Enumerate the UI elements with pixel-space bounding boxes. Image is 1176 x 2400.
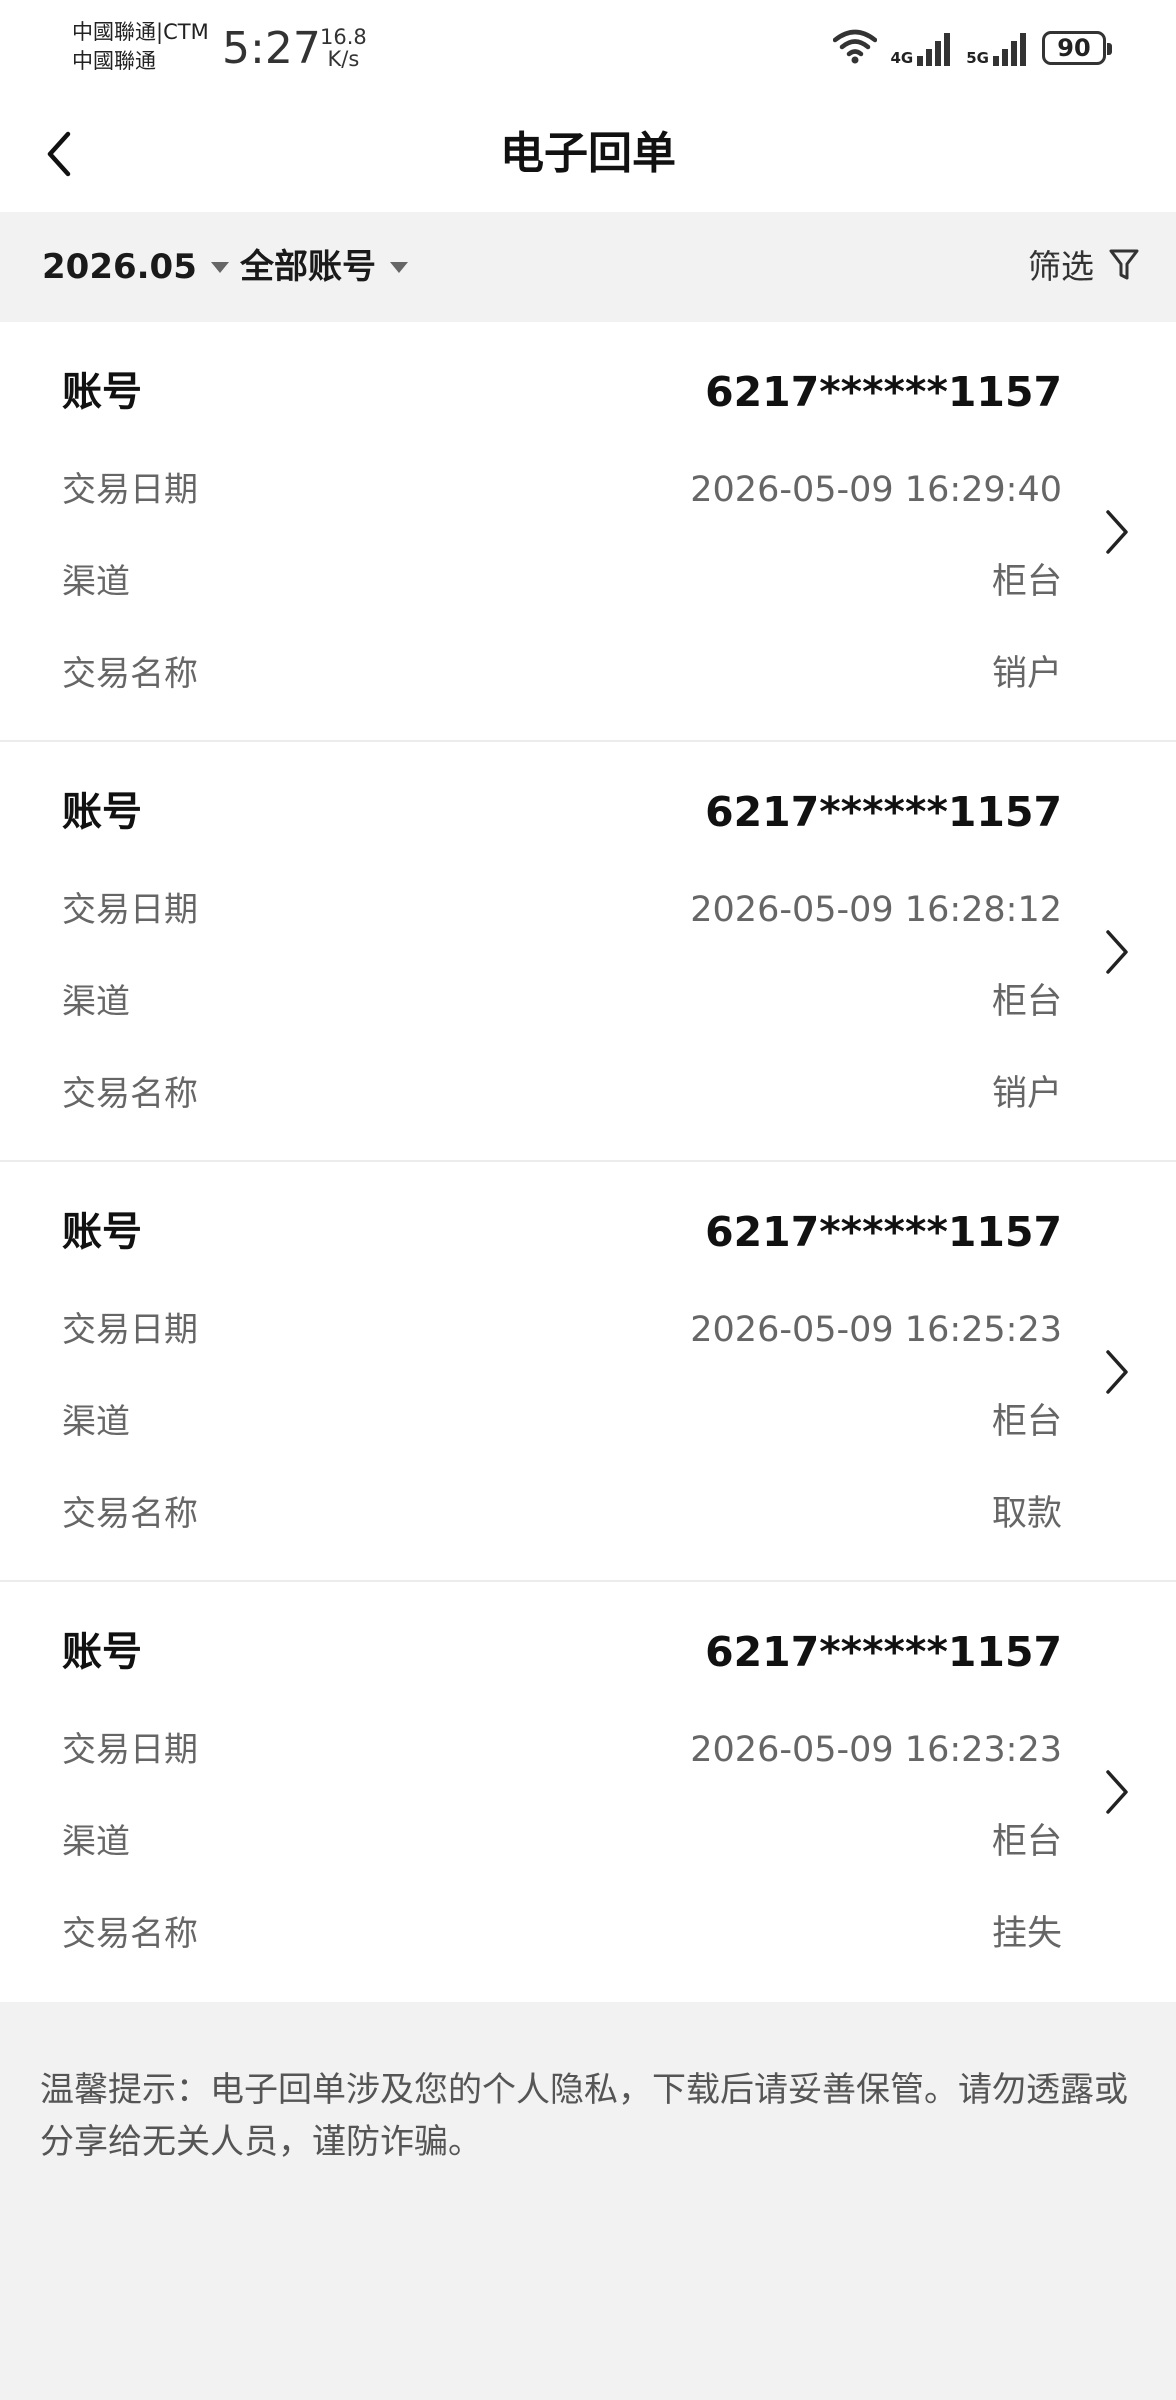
page: 中國聯通|CTM 中國聯通 5:27 16.8 K/s 4G 5G 90 电子回… bbox=[0, 0, 1176, 2400]
account-selector[interactable]: 全部账号 bbox=[240, 240, 408, 294]
transaction-name-label: 交易名称 bbox=[62, 1914, 198, 1954]
status-icons: 4G 5G 90 bbox=[832, 26, 1112, 70]
transaction-name-row: 交易名称 挂失 bbox=[62, 1906, 1062, 1962]
speed-unit: K/s bbox=[327, 47, 360, 71]
caret-down-icon bbox=[390, 261, 408, 273]
transaction-name-label: 交易名称 bbox=[62, 654, 198, 694]
filter-bar: 2026.05 全部账号 筛选 bbox=[0, 212, 1176, 322]
transaction-name-value: 销户 bbox=[991, 654, 1062, 694]
account-row: 账号 6217******1157 bbox=[62, 1204, 1062, 1260]
month-value: 2026.05 bbox=[42, 247, 197, 287]
network-speed: 16.8 K/s bbox=[320, 26, 367, 70]
channel-value: 柜台 bbox=[991, 1402, 1062, 1442]
month-selector[interactable]: 2026.05 bbox=[42, 240, 229, 294]
signal-5g-icon: 5G bbox=[966, 30, 1028, 66]
transaction-name-value: 挂失 bbox=[991, 1914, 1062, 1954]
chevron-left-icon bbox=[38, 131, 82, 186]
carrier-1: 中國聯通|CTM bbox=[72, 20, 209, 44]
account-row: 账号 6217******1157 bbox=[62, 784, 1062, 840]
chevron-right-icon bbox=[1098, 1342, 1134, 1402]
channel-label: 渠道 bbox=[62, 562, 130, 602]
transaction-date: 2026-05-09 16:23:23 bbox=[690, 1730, 1062, 1770]
transaction-name-row: 交易名称 取款 bbox=[62, 1486, 1062, 1542]
net-5g-label: 5G bbox=[966, 49, 989, 67]
date-row: 交易日期 2026-05-09 16:25:23 bbox=[62, 1302, 1062, 1358]
carrier-info: 中國聯通|CTM 中國聯通 bbox=[72, 18, 209, 76]
wifi-icon bbox=[832, 28, 877, 68]
transaction-name-row: 交易名称 销户 bbox=[62, 1066, 1062, 1122]
chevron-right-icon bbox=[1098, 502, 1134, 562]
receipt-item[interactable]: 账号 6217******1157 交易日期 2026-05-09 16:23:… bbox=[0, 1582, 1176, 2002]
transaction-date: 2026-05-09 16:29:40 bbox=[690, 470, 1062, 510]
nav-bar: 电子回单 bbox=[0, 96, 1176, 212]
receipt-list: 账号 6217******1157 交易日期 2026-05-09 16:29:… bbox=[0, 322, 1176, 2002]
net-4g-label: 4G bbox=[890, 49, 914, 67]
privacy-notice: 温馨提示：电子回单涉及您的个人隐私，下载后请妥善保管。请勿透露或分享给无关人员，… bbox=[40, 2070, 1128, 2162]
page-title: 电子回单 bbox=[500, 128, 676, 179]
account-number: 6217******1157 bbox=[705, 1208, 1062, 1256]
channel-label: 渠道 bbox=[62, 982, 130, 1022]
funnel-icon bbox=[1108, 247, 1140, 287]
account-row: 账号 6217******1157 bbox=[62, 364, 1062, 420]
back-button[interactable] bbox=[38, 126, 82, 182]
channel-row: 渠道 柜台 bbox=[62, 974, 1062, 1030]
channel-label: 渠道 bbox=[62, 1402, 130, 1442]
receipt-item[interactable]: 账号 6217******1157 交易日期 2026-05-09 16:29:… bbox=[0, 322, 1176, 742]
channel-value: 柜台 bbox=[991, 562, 1062, 602]
transaction-name-label: 交易名称 bbox=[62, 1074, 198, 1114]
receipt-item[interactable]: 账号 6217******1157 交易日期 2026-05-09 16:25:… bbox=[0, 1162, 1176, 1582]
filter-button[interactable]: 筛选 bbox=[1028, 240, 1140, 294]
signal-4g-icon: 4G bbox=[891, 30, 953, 66]
account-label: 账号 bbox=[62, 789, 142, 835]
date-row: 交易日期 2026-05-09 16:28:12 bbox=[62, 882, 1062, 938]
date-label: 交易日期 bbox=[62, 890, 198, 930]
transaction-date: 2026-05-09 16:25:23 bbox=[690, 1310, 1062, 1350]
account-label: 账号 bbox=[62, 1209, 142, 1255]
chevron-right-icon bbox=[1098, 1762, 1134, 1822]
account-filter-value: 全部账号 bbox=[240, 247, 376, 287]
status-time: 5:27 bbox=[222, 23, 321, 74]
chevron-right-icon bbox=[1098, 922, 1134, 982]
carrier-2: 中國聯通 bbox=[72, 49, 156, 73]
account-label: 账号 bbox=[62, 1629, 142, 1675]
channel-row: 渠道 柜台 bbox=[62, 554, 1062, 610]
transaction-name-value: 销户 bbox=[991, 1074, 1062, 1114]
speed-value: 16.8 bbox=[320, 25, 367, 49]
date-label: 交易日期 bbox=[62, 1730, 198, 1770]
account-row: 账号 6217******1157 bbox=[62, 1624, 1062, 1680]
status-bar: 中國聯通|CTM 中國聯通 5:27 16.8 K/s 4G 5G 90 bbox=[0, 0, 1176, 96]
caret-down-icon bbox=[210, 261, 229, 273]
channel-value: 柜台 bbox=[991, 1822, 1062, 1862]
date-row: 交易日期 2026-05-09 16:23:23 bbox=[62, 1722, 1062, 1778]
account-number: 6217******1157 bbox=[705, 788, 1062, 836]
channel-row: 渠道 柜台 bbox=[62, 1394, 1062, 1450]
date-label: 交易日期 bbox=[62, 470, 198, 510]
receipt-item[interactable]: 账号 6217******1157 交易日期 2026-05-09 16:28:… bbox=[0, 742, 1176, 1162]
transaction-name-value: 取款 bbox=[991, 1494, 1062, 1534]
transaction-name-label: 交易名称 bbox=[62, 1494, 198, 1534]
battery-icon: 90 bbox=[1042, 31, 1112, 65]
channel-value: 柜台 bbox=[991, 982, 1062, 1022]
transaction-date: 2026-05-09 16:28:12 bbox=[690, 890, 1062, 930]
account-number: 6217******1157 bbox=[705, 1628, 1062, 1676]
channel-label: 渠道 bbox=[62, 1822, 130, 1862]
account-label: 账号 bbox=[62, 369, 142, 415]
filter-label: 筛选 bbox=[1028, 247, 1094, 286]
channel-row: 渠道 柜台 bbox=[62, 1814, 1062, 1870]
date-row: 交易日期 2026-05-09 16:29:40 bbox=[62, 462, 1062, 518]
battery-level: 90 bbox=[1057, 34, 1091, 62]
date-label: 交易日期 bbox=[62, 1310, 198, 1350]
account-number: 6217******1157 bbox=[705, 368, 1062, 416]
transaction-name-row: 交易名称 销户 bbox=[62, 646, 1062, 702]
